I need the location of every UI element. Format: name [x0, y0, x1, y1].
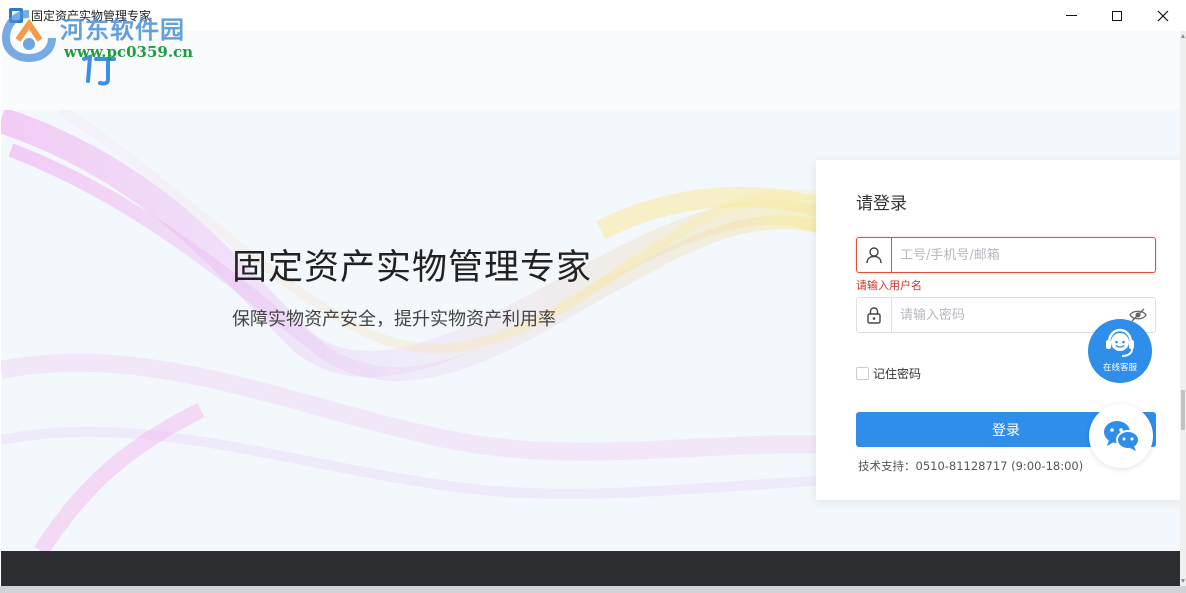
headset-icon: [1106, 328, 1134, 357]
online-service-label: 在线客服: [1102, 363, 1137, 373]
username-field: [856, 237, 1156, 273]
maximize-button[interactable]: [1094, 0, 1140, 31]
maximize-icon: [1112, 10, 1122, 21]
watermark-site-name: 河东软件园: [60, 15, 185, 44]
lock-icon-box: [857, 298, 892, 332]
user-icon-box: [857, 238, 892, 272]
online-service-button[interactable]: 在线客服: [1088, 319, 1152, 383]
scroll-down-icon[interactable]: [1180, 576, 1186, 586]
remember-password[interactable]: 记住密码: [856, 365, 921, 382]
scroll-up-icon[interactable]: [1180, 31, 1186, 41]
watermark-url: www.pc0359.cn: [64, 43, 194, 61]
user-icon: [866, 247, 882, 264]
minimize-button[interactable]: [1048, 0, 1094, 31]
support-info: 技术支持：0510-81128717 (9:00-18:00): [858, 458, 1083, 474]
bottom-strip: [0, 586, 1186, 593]
hero-title: 固定资产实物管理专家: [232, 248, 593, 288]
wechat-button[interactable]: [1089, 404, 1153, 468]
hero-subtitle: 保障实物资产安全，提升实物资产利用率: [232, 309, 556, 330]
username-input[interactable]: [892, 238, 1155, 272]
watermark-logo-icon: [2, 10, 56, 62]
close-button[interactable]: [1140, 0, 1186, 31]
support-text: 技术支持：0510-81128717 (9:00-18:00): [858, 459, 1084, 473]
username-error: 请输入用户名: [856, 279, 922, 292]
scrollbar-thumb[interactable]: [1181, 390, 1185, 430]
close-icon: [1157, 10, 1169, 21]
scrollbar[interactable]: [1180, 31, 1186, 586]
remember-label: 记住密码: [873, 367, 922, 381]
remember-checkbox[interactable]: [856, 367, 869, 380]
wechat-icon: [1104, 421, 1140, 451]
minimize-icon: [1065, 15, 1077, 16]
footer-bar: [1, 551, 1180, 586]
login-heading: 请登录: [856, 194, 907, 214]
lock-icon: [867, 307, 881, 324]
